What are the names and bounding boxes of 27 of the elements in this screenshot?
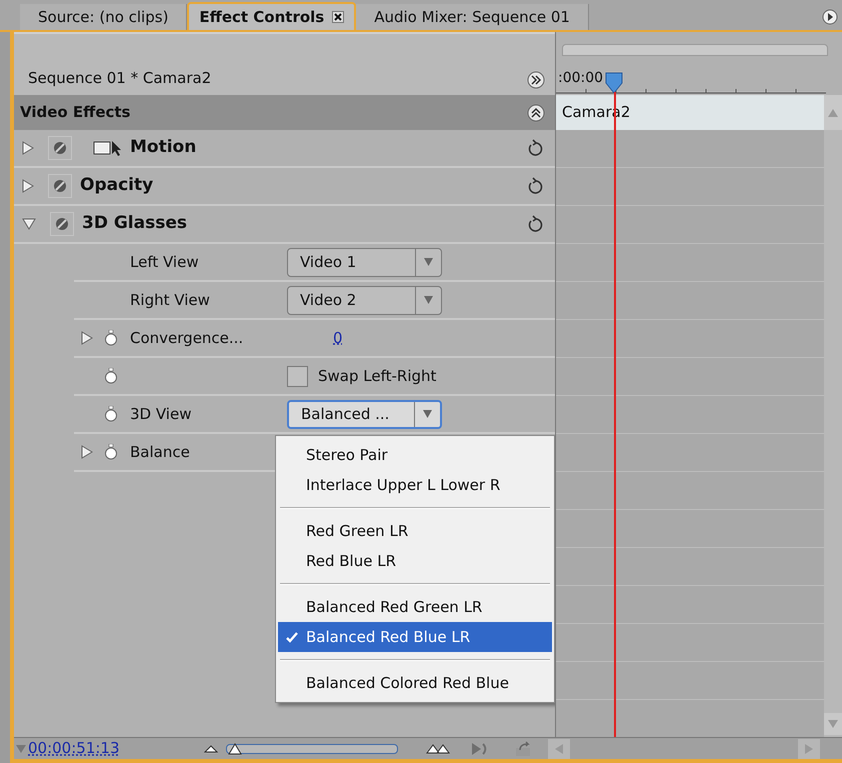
ruler-timecode: :00:00 bbox=[558, 69, 604, 88]
menu-item[interactable]: Stereo Pair bbox=[278, 440, 552, 470]
menu-item[interactable]: Balanced Colored Red Blue bbox=[278, 668, 552, 698]
dropdown[interactable]: Video 2 bbox=[287, 286, 442, 314]
property-label: Right View bbox=[130, 290, 210, 309]
menu-item[interactable]: Red Green LR bbox=[278, 516, 552, 546]
effect-name: 3D Glasses bbox=[82, 212, 187, 236]
section-title: Video Effects bbox=[20, 102, 130, 124]
effect-name: Opacity bbox=[80, 174, 154, 198]
menu-item[interactable]: Balanced Red Blue LR bbox=[278, 622, 552, 652]
menu-item[interactable]: Interlace Upper L Lower R bbox=[278, 470, 552, 500]
effect-name: Motion bbox=[130, 136, 196, 160]
property-label: Convergence... bbox=[130, 328, 244, 347]
clip-title: Sequence 01 * Camara2 bbox=[28, 68, 212, 88]
tab[interactable]: Effect Controls bbox=[187, 2, 356, 30]
menu-item[interactable]: Red Blue LR bbox=[278, 546, 552, 576]
checkbox-label: Swap Left-Right bbox=[318, 366, 436, 387]
dropdown[interactable]: Video 1 bbox=[287, 248, 442, 276]
property-label: Left View bbox=[130, 252, 199, 271]
tab[interactable]: Audio Mixer: Sequence 01 bbox=[356, 4, 589, 30]
property-label: Balance bbox=[130, 442, 190, 461]
tab[interactable]: Source: (no clips) bbox=[20, 4, 188, 30]
dropdown[interactable]: Balanced ... bbox=[287, 400, 442, 428]
property-label: 3D View bbox=[130, 404, 192, 423]
number-value[interactable]: 0 bbox=[333, 326, 343, 350]
current-timecode[interactable]: 00:00:51:13 bbox=[28, 737, 120, 760]
menu-item[interactable]: Balanced Red Green LR bbox=[278, 592, 552, 622]
